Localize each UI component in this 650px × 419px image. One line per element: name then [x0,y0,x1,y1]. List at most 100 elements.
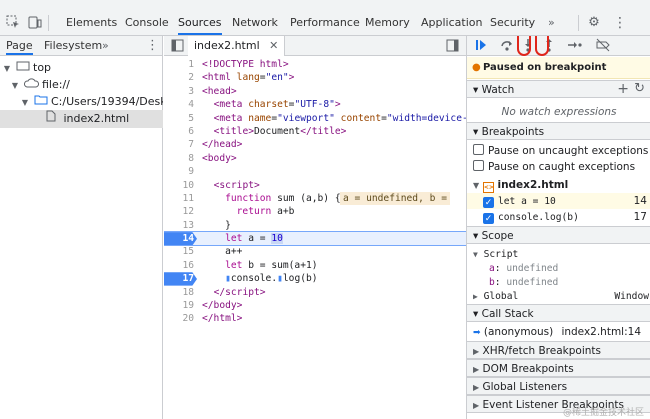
line-number[interactable]: 9 [164,165,197,178]
expanded-triangle-icon: ▼ [473,181,480,190]
tree-item-label: index2.html [63,112,130,125]
line-number[interactable]: 8 [164,152,197,165]
expanded-triangle-icon: ▾ [473,308,479,320]
tree-item-file[interactable]: index2.html [0,110,163,128]
cloud-icon [23,78,39,88]
tab-performance[interactable]: Performance [290,10,360,35]
code-line[interactable]: 2 <html lang="en"> [164,71,466,84]
code-line[interactable]: 8 <body> [164,152,466,165]
section-dom-breakpoints[interactable]: ▶ DOM Breakpoints [467,359,650,377]
breakpoint-checkbox[interactable]: ✓ [483,213,494,224]
scope-global-row[interactable]: ▶ Global Window [467,289,650,305]
code-line[interactable]: 19 </body> [164,299,466,312]
code-line[interactable]: 5 <meta name="viewport" content="width=d… [164,112,466,125]
code-line[interactable]: 3 <head> [164,85,466,98]
code-line[interactable]: 12 return a+b [164,205,466,218]
tab-sources[interactable]: Sources [178,10,222,35]
breakpoint-item[interactable]: ✓ let a = 10 14 [467,193,650,209]
inspect-element-icon[interactable] [5,15,21,31]
section-scope[interactable]: ▾ Scope [467,226,650,244]
callstack-frame[interactable]: ➡ (anonymous) index2.html:14 [467,324,650,340]
step-over-icon[interactable] [499,38,515,54]
tab-elements[interactable]: Elements [66,10,117,35]
kebab-menu-icon[interactable]: ⋮ [612,15,628,31]
line-number[interactable]: 18 [164,286,197,299]
toggle-debugger-icon[interactable] [446,39,459,55]
section-watch[interactable]: ▾ Watch + ↻ [467,80,650,98]
pause-uncaught-row[interactable]: Pause on uncaught exceptions [467,143,650,159]
line-number[interactable]: 10 [164,179,197,192]
section-xhr-breakpoints[interactable]: ▶ XHR/fetch Breakpoints [467,341,650,359]
breakpoint-file-row[interactable]: ▼ <> index2.html [467,177,650,193]
code-line[interactable]: 13 } [164,219,466,232]
navigator-menu-icon[interactable]: ⋮ [146,36,159,55]
tab-security[interactable]: Security [490,10,535,35]
more-tabs-icon[interactable]: » [548,10,555,35]
navigator-tabs: Page Filesystem » ⋮ [0,36,162,56]
tree-item-origin[interactable]: ▼ file:// [0,76,163,94]
add-watch-icon[interactable]: + [617,80,629,98]
breakpoint-checkbox[interactable]: ✓ [483,197,494,208]
code-line[interactable]: 14 let a = 10 [164,231,466,247]
code-line[interactable]: 1 <!DOCTYPE html> [164,58,466,71]
breakpoint-marker[interactable]: 14 [164,232,197,246]
code-lines[interactable]: 1 <!DOCTYPE html> 2 <html lang="en"> 3 <head>… [164,58,466,326]
deactivate-breakpoints-icon[interactable] [595,38,611,54]
line-number[interactable]: 2 [164,71,197,84]
step-icon[interactable] [567,38,583,54]
editor-tab-index2[interactable]: index2.html ✕ [188,36,286,56]
code-line[interactable]: 11 function sum (a,b) {a = undefined, b … [164,191,466,205]
code-line[interactable]: 20 </html> [164,312,466,325]
line-number[interactable]: 16 [164,259,197,272]
pause-caught-row[interactable]: Pause on caught exceptions [467,159,650,175]
tab-filesystem[interactable]: Filesystem [44,36,102,55]
pause-caught-checkbox[interactable] [473,160,484,171]
line-number[interactable]: 5 [164,112,197,125]
tree-item-top[interactable]: ▼ top [0,59,163,77]
line-number[interactable]: 12 [164,205,197,218]
breakpoint-item[interactable]: ✓ console.log(b) 17 [467,209,650,225]
section-callstack[interactable]: ▾ Call Stack [467,304,650,322]
tab-page[interactable]: Page [6,36,33,55]
breakpoint-marker[interactable]: 17 [164,272,197,286]
refresh-icon[interactable]: ↻ [634,80,645,98]
line-number[interactable]: 4 [164,98,197,111]
more-navigator-icon[interactable]: » [102,36,109,55]
code-line[interactable]: 16 let b = sum(a+1) [164,259,466,272]
section-title: DOM Breakpoints [482,363,574,375]
line-number[interactable]: 13 [164,219,197,232]
toolbar-separator [578,15,579,31]
code-line[interactable]: 4 <meta charset="UTF-8"> [164,98,466,111]
code-line[interactable]: 10 <script> [164,179,466,192]
section-breakpoints[interactable]: ▾ Breakpoints [467,122,650,140]
tab-application[interactable]: Application [421,10,482,35]
tab-console[interactable]: Console [125,10,169,35]
line-number[interactable]: 3 [164,85,197,98]
gear-icon[interactable]: ⚙ [586,15,602,31]
watermark: @稀土掘金技术社区 [562,408,644,418]
line-number[interactable]: 1 [164,58,197,71]
close-icon[interactable]: ✕ [269,39,278,52]
section-global-listeners[interactable]: ▶ Global Listeners [467,377,650,395]
code-line[interactable]: 17 ▮console.▮log(b) [164,272,466,286]
line-number[interactable]: 11 [164,192,197,205]
tab-network[interactable]: Network [232,10,278,35]
device-toolbar-icon[interactable] [27,15,43,31]
code-line[interactable]: 9 [164,165,466,178]
toolbar-separator [48,15,49,31]
code-text: function sum (a,b) { [225,192,341,204]
tree-item-folder[interactable]: ▼ C:/Users/19394/Desktop/ [0,93,163,111]
line-number[interactable]: 7 [164,138,197,151]
resume-icon[interactable] [473,38,489,54]
code-line[interactable]: 7 </head> [164,138,466,151]
toggle-navigator-icon[interactable] [171,39,184,55]
tab-memory[interactable]: Memory [365,10,410,35]
pause-uncaught-checkbox[interactable] [473,144,484,155]
line-number[interactable]: 15 [164,245,197,258]
code-line[interactable]: 6 <title>Document</title> [164,125,466,138]
line-number[interactable]: 6 [164,125,197,138]
code-line[interactable]: 15 a++ [164,245,466,258]
line-number[interactable]: 19 [164,299,197,312]
line-number[interactable]: 20 [164,312,197,325]
code-line[interactable]: 18 </script> [164,286,466,299]
